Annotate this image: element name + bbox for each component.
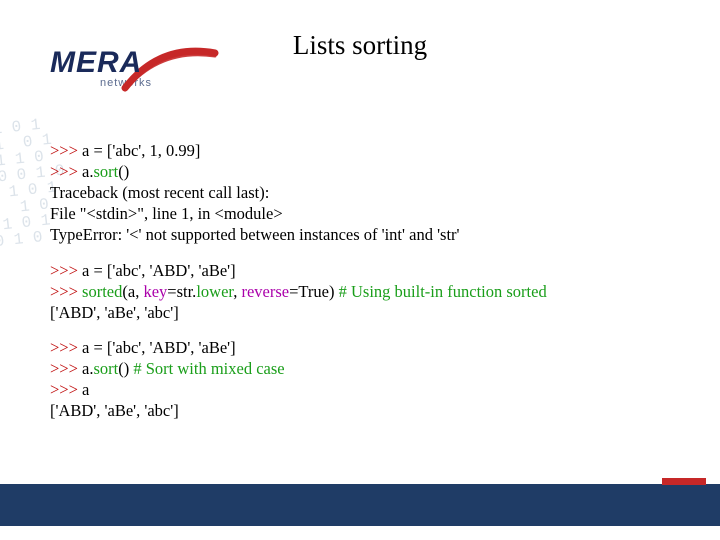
comment: # Using built-in function sorted: [339, 282, 547, 301]
prompt: >>>: [50, 359, 78, 378]
code-text: <stdin>: [87, 204, 138, 223]
traceback-line: TypeError: '<' not supported between ins…: [50, 224, 690, 245]
footer-bar: [0, 484, 720, 526]
output-line: ['ABD', 'aBe', 'abc']: [50, 400, 690, 421]
code-block-2: >>> a = ['abc', 'ABD', 'aBe'] >>> sorted…: [50, 260, 690, 323]
func-name: sort: [94, 162, 119, 181]
prompt: >>>: [50, 261, 78, 280]
code-text: a = ['abc', 'ABD', 'aBe']: [78, 338, 236, 357]
code-line: >>> a = ['abc', 'ABD', 'aBe']: [50, 337, 690, 358]
footer-accent: [662, 478, 706, 485]
code-text: a = ['abc', 1, 0.99]: [78, 141, 200, 160]
code-line: >>> a = ['abc', 'ABD', 'aBe']: [50, 260, 690, 281]
traceback-line: Traceback (most recent call last):: [50, 182, 690, 203]
code-text: a.: [78, 359, 94, 378]
code-text: a: [78, 380, 89, 399]
code-text: (): [118, 359, 133, 378]
output-line: ['ABD', 'aBe', 'abc']: [50, 302, 690, 323]
code-text: (a,: [122, 282, 143, 301]
prompt: >>>: [50, 141, 78, 160]
code-text: =True): [289, 282, 339, 301]
code-text: ", line 1, in: [137, 204, 214, 223]
page-title: Lists sorting: [0, 30, 720, 61]
kwarg: reverse: [241, 282, 289, 301]
comment: # Sort with mixed case: [133, 359, 284, 378]
prompt: >>>: [50, 282, 78, 301]
code-content: >>> a = ['abc', 1, 0.99] >>> a.sort() Tr…: [50, 140, 690, 435]
prompt: >>>: [50, 338, 78, 357]
func-name: lower: [196, 282, 233, 301]
prompt: >>>: [50, 162, 78, 181]
code-line: >>> a: [50, 379, 690, 400]
code-text: =str.: [167, 282, 196, 301]
func-name: sorted: [82, 282, 122, 301]
code-block-1: >>> a = ['abc', 1, 0.99] >>> a.sort() Tr…: [50, 140, 690, 246]
code-line: >>> a = ['abc', 1, 0.99]: [50, 140, 690, 161]
code-text: File ": [50, 204, 87, 223]
code-text: (): [118, 162, 129, 181]
footer: [0, 484, 720, 526]
code-text: a.: [78, 162, 94, 181]
code-text: <module>: [215, 204, 283, 223]
slide: 0 1 0 1 1 0 1 0 1 0 1 1 0 1 0 0 1 0 0 1 …: [0, 0, 720, 540]
code-line: >>> a.sort() # Sort with mixed case: [50, 358, 690, 379]
code-text: a = ['abc', 'ABD', 'aBe']: [78, 261, 236, 280]
prompt: >>>: [50, 380, 78, 399]
func-name: sort: [94, 359, 119, 378]
code-line: >>> sorted(a, key=str.lower, reverse=Tru…: [50, 281, 690, 302]
code-block-3: >>> a = ['abc', 'ABD', 'aBe'] >>> a.sort…: [50, 337, 690, 421]
kwarg: key: [143, 282, 167, 301]
code-line: >>> a.sort(): [50, 161, 690, 182]
traceback-line: File "<stdin>", line 1, in <module>: [50, 203, 690, 224]
